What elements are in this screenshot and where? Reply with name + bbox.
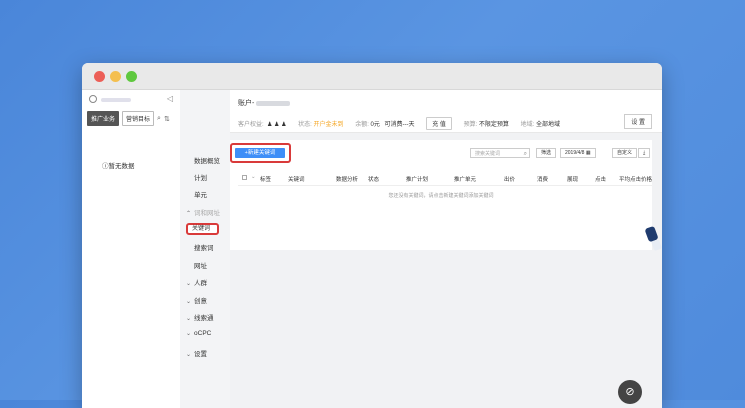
calendar-icon: ▦: [585, 150, 591, 156]
column-header[interactable]: 点击: [595, 175, 606, 183]
empty-state: ⓘ暂无数据: [102, 160, 135, 170]
nav-group-settings[interactable]: ⌄ 设置: [186, 348, 207, 358]
nav-group-words-urls[interactable]: ⌃ 词和网址: [186, 207, 220, 217]
account-title: 账户-: [238, 98, 291, 108]
column-header[interactable]: 状态: [368, 175, 379, 183]
date-picker[interactable]: 2019/4/8 ▦: [560, 148, 596, 158]
region-label: 地域:: [520, 122, 535, 128]
nav-item-keyword[interactable]: 关键词: [186, 223, 219, 235]
chevron-down-icon: ⌄: [186, 316, 192, 322]
download-icon[interactable]: ⤓: [638, 148, 651, 158]
avatar-icon[interactable]: [89, 95, 97, 103]
redacted-account-name: [101, 98, 131, 102]
chevron-down-icon: ⌄: [186, 352, 192, 358]
side-nav: 数据概览 计划 单元 ⌃ 词和网址 关键词 搜索词 网址 ⌄ 人群 ⌄ 创意 ⌄ 线索通…: [180, 90, 231, 408]
chevron-down-icon: ⌄: [186, 331, 192, 337]
account-header: 账户- 客户权益: ♟ ♟ ♟ 状态: 开户金未到 余额: 0元 可消费---天…: [230, 90, 662, 133]
maximize-window-button[interactable]: [126, 71, 137, 82]
new-keyword-button[interactable]: +新建关键词: [235, 148, 285, 158]
region-value[interactable]: 全部地域: [536, 122, 560, 128]
left-panel: ◁ 推广业务 营销目标 ⌕ ⇅ ⓘ暂无数据: [82, 90, 181, 408]
app-body: ◁ 推广业务 营销目标 ⌕ ⇅ ⓘ暂无数据 数据概览 计划 单元 ⌃ 词和网址 关…: [82, 90, 662, 408]
column-header[interactable]: 数据分析: [336, 175, 358, 183]
left-panel-tabs: 推广业务 营销目标 ⌕ ⇅: [87, 111, 176, 126]
nav-item-search-terms[interactable]: 搜索词: [194, 242, 214, 252]
keyword-panel: +新建关键词 搜索关键词 ⌕ 筛选 2019/4/8 ▦ 自定义 ⤓ ⌄ 标签 …: [230, 140, 652, 250]
budget-value[interactable]: 不限定预算: [479, 122, 509, 128]
column-header[interactable]: 平均点击价格: [619, 175, 652, 183]
nav-item-overview[interactable]: 数据概览: [194, 155, 220, 165]
app-window: ◁ 推广业务 营销目标 ⌕ ⇅ ⓘ暂无数据 数据概览 计划 单元 ⌃ 词和网址 关…: [82, 63, 662, 408]
chevron-down-icon: ⌄: [186, 299, 192, 305]
account-title-prefix: 账户-: [238, 100, 255, 107]
tab-promotion-business[interactable]: 推广业务: [87, 111, 120, 126]
table-empty-message: 您还没有关键词，请点击新建关键词添加关键词: [388, 193, 494, 199]
balance-value: 0元: [370, 122, 380, 128]
nav-item-unit[interactable]: 单元: [194, 189, 207, 199]
balance-label: 余额:: [355, 122, 369, 128]
status-badge: 开户金未到: [313, 122, 344, 128]
table-header: ⌄ 标签 关键词 数据分析 状态 推广计划 推广单元 出价 消费 展现 点击 平…: [238, 171, 652, 186]
nav-group-label: 线索通: [194, 315, 214, 322]
column-header[interactable]: 出价: [504, 175, 515, 183]
close-window-button[interactable]: [94, 71, 105, 82]
customize-button[interactable]: 自定义: [612, 148, 638, 158]
tab-marketing-goal[interactable]: 营销目标: [122, 111, 155, 126]
search-icon[interactable]: ⌕: [524, 149, 527, 159]
main-content: 账户- 客户权益: ♟ ♟ ♟ 状态: 开户金未到 余额: 0元 可消费---天…: [230, 90, 662, 408]
search-input[interactable]: 搜索关键词 ⌕: [470, 148, 530, 158]
date-value: 2019/4/8: [565, 150, 585, 156]
redacted-account-id: [256, 100, 291, 106]
customer-rights-icons: ♟ ♟ ♟: [265, 122, 287, 128]
settings-button[interactable]: 设 置: [624, 114, 652, 129]
chevron-down-icon[interactable]: ⌄: [251, 174, 256, 180]
nav-item-campaign[interactable]: 计划: [194, 172, 207, 182]
budget-label: 预算:: [463, 122, 478, 128]
nav-group-label: 词和网址: [194, 210, 221, 217]
empty-state-text: 暂无数据: [108, 163, 135, 170]
column-header[interactable]: 展现: [567, 175, 578, 183]
nav-group-label: 人群: [194, 280, 208, 287]
status-label: 状态:: [298, 122, 312, 128]
title-bar: [82, 63, 662, 90]
customer-rights-label: 客户权益:: [238, 122, 264, 128]
nav-item-keyword-label: 关键词: [192, 226, 211, 232]
account-info-row: 客户权益: ♟ ♟ ♟ 状态: 开户金未到 余额: 0元 可消费---天 充 值…: [238, 117, 570, 130]
nav-group-label: oCPC: [194, 330, 212, 337]
nav-group-creative[interactable]: ⌄ 创意: [186, 295, 207, 305]
search-icon[interactable]: ⌕: [157, 115, 161, 123]
compass-icon[interactable]: ⊘: [618, 380, 642, 404]
usb-connector: [651, 238, 663, 252]
search-placeholder: 搜索关键词: [475, 151, 501, 157]
new-keyword-highlight: +新建关键词: [230, 143, 291, 163]
collapse-icon[interactable]: ◁: [167, 94, 173, 103]
column-header[interactable]: 关键词: [288, 175, 305, 183]
recharge-button[interactable]: 充 值: [426, 117, 452, 130]
nav-group-ocpc[interactable]: ⌄ oCPC: [186, 330, 211, 337]
column-header[interactable]: 推广计划: [406, 175, 428, 183]
nav-item-url[interactable]: 网址: [194, 260, 207, 270]
nav-group-label: 设置: [194, 351, 208, 358]
left-panel-header: ◁: [82, 90, 180, 106]
sort-icon[interactable]: ⇅: [164, 115, 170, 123]
nav-group-leads[interactable]: ⌄ 线索通: [186, 312, 214, 322]
nav-group-label: 创意: [194, 298, 208, 305]
nav-group-audience[interactable]: ⌄ 人群: [186, 277, 207, 287]
column-header[interactable]: 消费: [537, 175, 548, 183]
chevron-up-icon: ⌃: [186, 211, 192, 217]
days-remaining: 可消费---天: [384, 122, 415, 128]
column-header[interactable]: 标签: [260, 175, 271, 183]
column-header[interactable]: 推广单元: [454, 175, 476, 183]
filter-button[interactable]: 筛选: [536, 148, 557, 158]
chevron-down-icon: ⌄: [186, 281, 192, 287]
minimize-window-button[interactable]: [110, 71, 121, 82]
select-all-checkbox[interactable]: [242, 175, 247, 180]
